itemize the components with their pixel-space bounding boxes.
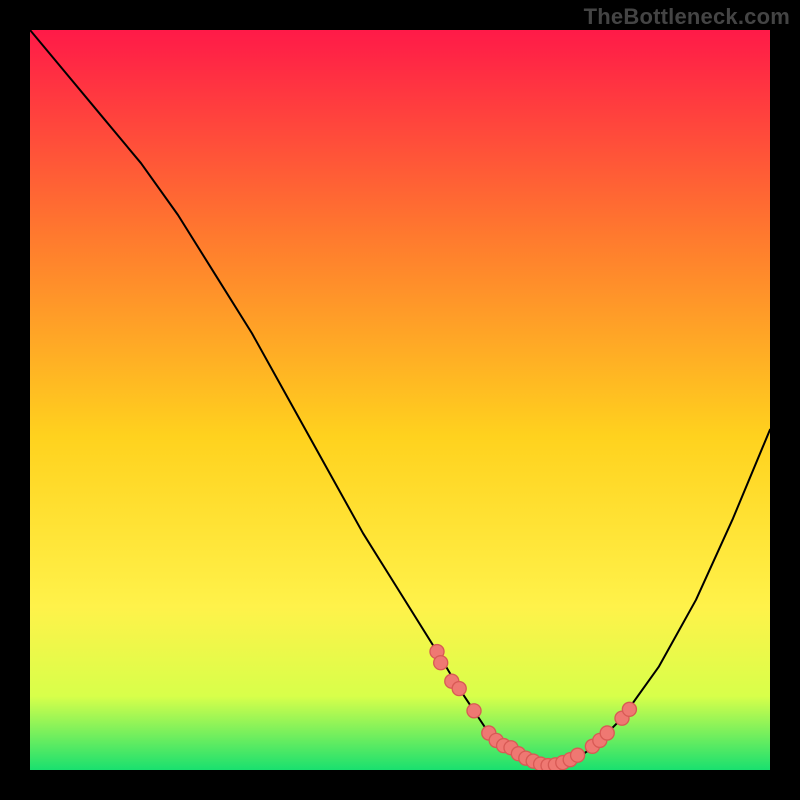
watermark-text: TheBottleneck.com <box>584 4 790 30</box>
highlighted-points <box>430 645 636 770</box>
data-point <box>571 748 585 762</box>
data-point <box>434 656 448 670</box>
data-point <box>622 702 636 716</box>
data-point <box>600 726 614 740</box>
data-point <box>467 704 481 718</box>
chart-frame: { "watermark": "TheBottleneck.com", "col… <box>0 0 800 800</box>
chart-svg <box>30 30 770 770</box>
bottleneck-curve <box>30 30 770 766</box>
plot-area <box>30 30 770 770</box>
data-point <box>452 682 466 696</box>
